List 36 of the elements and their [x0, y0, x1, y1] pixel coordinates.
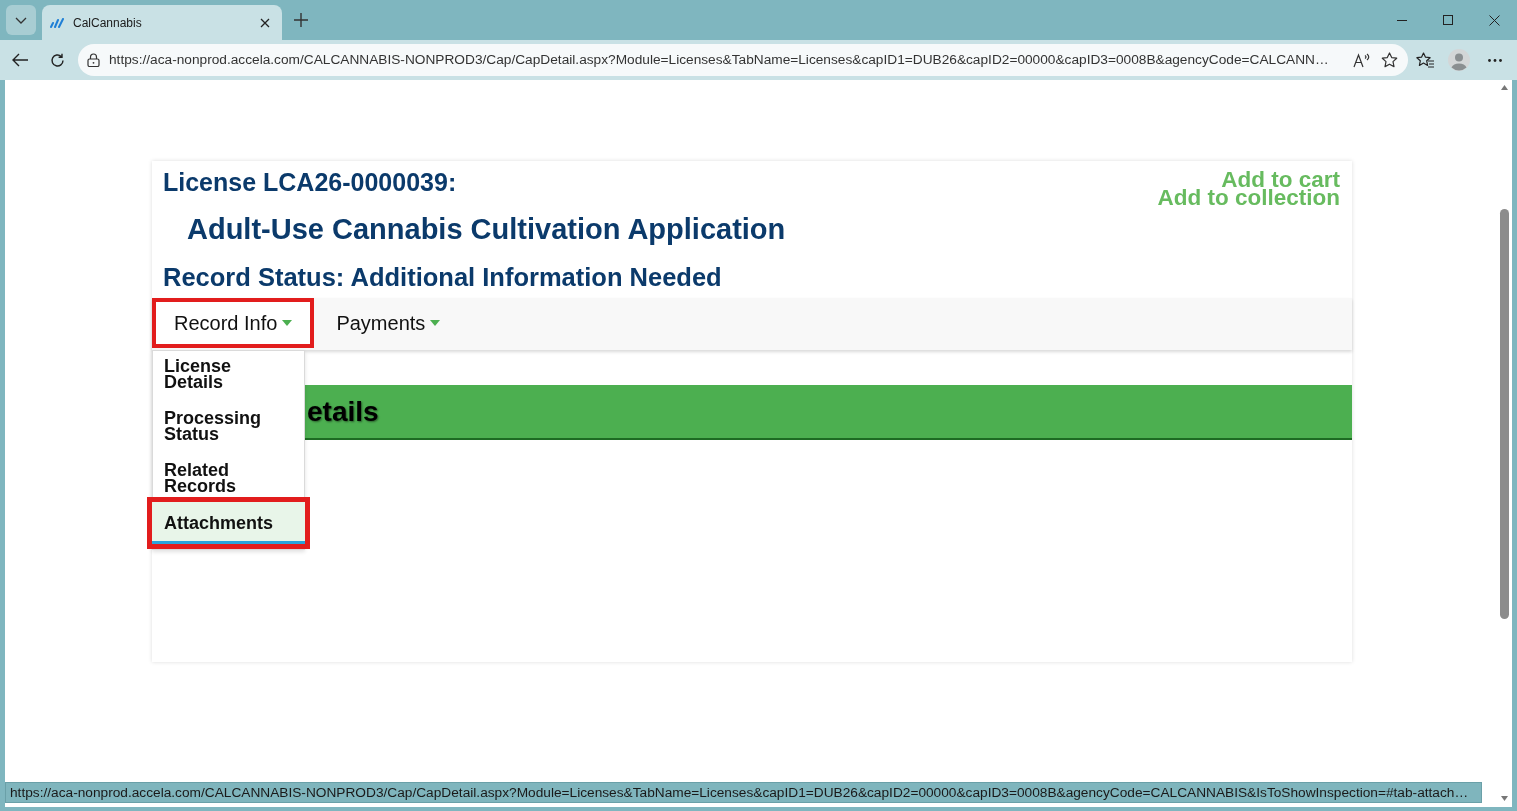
application-title: Adult-Use Cannabis Cultivation Application [186, 213, 786, 245]
nav-tab[interactable]: Payments [314, 298, 463, 348]
browser-tab[interactable]: CalCannabis [42, 5, 282, 40]
status-bar-url: https://aca-nonprod.accela.com/CALCANNABIS-NONPROD3/Cap/CapDetail.aspx?Module=Licenses&TabName=Licenses&capID1=DUB26&capID2=00000&capID3=0008B&agencyCode=CALCANNABIS&IsToShowInspection=#tab-attach… [5, 782, 1482, 803]
plus-icon [294, 13, 308, 27]
record-status: Record Status: Additional Information Needed [162, 262, 723, 292]
scrollbar-thumb[interactable] [1500, 209, 1509, 619]
lock-icon [87, 53, 100, 67]
license-title: License LCA26-0000039: [162, 167, 458, 196]
menu-item[interactable]: Related Records [153, 459, 304, 497]
scroll-up-icon[interactable] [1501, 85, 1508, 90]
favorites-icon [1416, 52, 1434, 68]
refresh-icon [49, 52, 65, 68]
profile-button[interactable] [1445, 46, 1473, 74]
avatar-icon [1448, 49, 1470, 71]
star-icon[interactable] [1381, 52, 1398, 68]
chevron-down-icon [15, 16, 27, 24]
close-icon[interactable] [260, 17, 270, 28]
menu-item[interactable]: License Details [153, 355, 304, 393]
close-icon [1488, 14, 1500, 26]
tab-title: CalCannabis [73, 14, 142, 32]
favicon-icon [50, 17, 64, 28]
maximize-icon [1443, 15, 1453, 25]
address-bar[interactable]: https://aca-nonprod.accela.com/CALCANNABIS-NONPROD3/Cap/CapDetail.aspx?Module=Licenses&TabName=Licenses&capID1=DUB26&capID2=00000&capID3=0008B&agencyCode=CALCANN… [78, 44, 1408, 76]
nav-tab[interactable]: Record Info [152, 298, 315, 348]
section-heading: etails [307, 394, 379, 429]
caret-icon [430, 320, 441, 326]
caret-icon [282, 320, 293, 326]
address-text: https://aca-nonprod.accela.com/CALCANNABIS-NONPROD3/Cap/CapDetail.aspx?Module=Licenses&TabName=Licenses&capID1=DUB26&capID2=00000&capID3=0008B&agencyCode=CALCANN… [109, 50, 1329, 69]
read-aloud-icon[interactable] [1353, 52, 1371, 68]
menu-item[interactable]: Attachments [147, 497, 310, 549]
more-icon [1488, 58, 1502, 62]
minimize-icon [1397, 19, 1407, 21]
menu-item[interactable]: Processing Status [153, 407, 304, 445]
scroll-down-icon[interactable] [1501, 796, 1508, 801]
back-arrow-icon [12, 53, 28, 67]
